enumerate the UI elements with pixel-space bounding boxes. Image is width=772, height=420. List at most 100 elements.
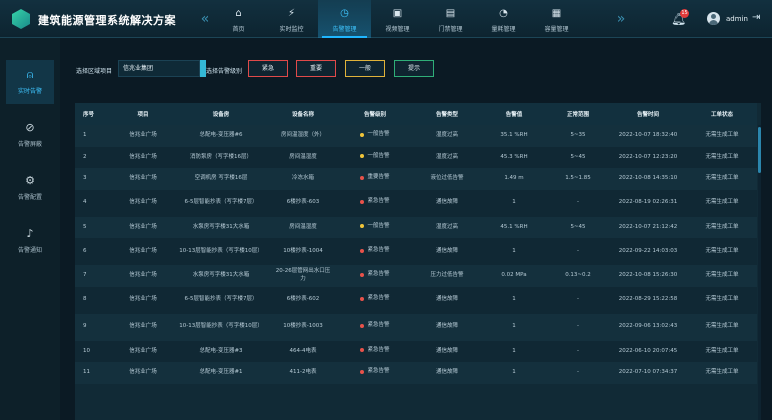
table-row[interactable]: 4 信兆业广场 6-5层智能抄表（写字楼7层） 6楼抄表-603 紧急告警 通信故障 1 - 2… bbox=[75, 189, 757, 217]
level-label: 紧急告警 bbox=[367, 198, 390, 205]
table-row[interactable]: 8 信兆业广场 6-5层智能抄表（写字楼7层） 6楼抄表-602 紧急告警 通信故障 1 - 2… bbox=[75, 286, 757, 314]
speaker-icon: ♪ bbox=[26, 227, 34, 240]
cell-status: 无需生成工单 bbox=[705, 153, 739, 160]
column-header: 工单状态 bbox=[710, 112, 733, 118]
level-dot-icon bbox=[360, 132, 365, 137]
sidebar-item-3[interactable]: ♪ 告警通知 bbox=[6, 219, 54, 263]
sidebar-item-1[interactable]: ⊘ 告警屏蔽 bbox=[6, 113, 54, 157]
level-indicator: 紧急告警 bbox=[360, 271, 390, 278]
cell-status: 无需生成工单 bbox=[705, 296, 739, 303]
area-filter-label: 选择区域项目 bbox=[76, 68, 113, 75]
cell-range: 5~35 bbox=[570, 132, 586, 139]
cell-status: 无需生成工单 bbox=[705, 247, 739, 254]
cell-level: 紧急告警 bbox=[337, 362, 413, 384]
cell-value: 1 bbox=[512, 247, 516, 254]
sidebar-item-label: 告警屏蔽 bbox=[17, 141, 42, 148]
cell-time: 2022-10-07 12:23:20 bbox=[618, 153, 678, 160]
nav-item-6[interactable]: ▦ 容量管理 bbox=[530, 0, 583, 38]
column-header: 告警类型 bbox=[435, 112, 458, 118]
cell-room: 总配电-变压器#3 bbox=[199, 347, 243, 354]
cell-room: 消防泵房（写字楼16层） bbox=[190, 153, 252, 160]
level-dot-icon bbox=[360, 369, 365, 374]
cell-status: 无需生成工单 bbox=[705, 199, 739, 206]
level-label: 一般告警 bbox=[367, 222, 390, 229]
level-button-1[interactable]: 重要 bbox=[296, 60, 336, 77]
level-label: 紧急告警 bbox=[367, 271, 390, 278]
table-header-row: 序号 项目 设备房 设备名称 告警级别 告警类型 告警值 正常范围 告警时间 工单状态 bbox=[75, 103, 757, 125]
cell-no: 4 bbox=[83, 199, 87, 206]
level-dot-icon bbox=[360, 154, 365, 159]
nav-item-1[interactable]: ⚡ 实时监控 bbox=[265, 0, 318, 38]
cell-type: 通信故障 bbox=[435, 347, 458, 354]
table-row[interactable]: 9 信兆业广场 10-13层智能抄表（写字楼10层） 10楼抄表-1003 紧急告警 通信… bbox=[75, 313, 757, 341]
cell-type: 通信故障 bbox=[435, 199, 458, 206]
nav-item-3[interactable]: ▣ 视频管理 bbox=[371, 0, 424, 38]
table-body: 1 信兆业广场 总配电-变压器#6 房间温湿度（外） 一般告警 湿度过高 35.1 %RH 5… bbox=[75, 125, 757, 384]
cell-level: 紧急告警 bbox=[337, 238, 413, 265]
level-dot-icon bbox=[360, 272, 365, 277]
cell-device: 房间温湿度 bbox=[289, 153, 317, 160]
level-button-2[interactable]: 一般 bbox=[345, 60, 385, 77]
nav-item-5[interactable]: ◔ 量耗管理 bbox=[477, 0, 530, 38]
cell-status: 无需生成工单 bbox=[705, 272, 739, 279]
alarm-bell-icon: ⍝ bbox=[26, 68, 34, 81]
cell-time: 2022-10-08 14:35:10 bbox=[618, 175, 678, 182]
nav-item-4[interactable]: ▤ 门禁管理 bbox=[424, 0, 477, 38]
column-header: 序号 bbox=[83, 112, 95, 118]
cell-range: - bbox=[577, 296, 579, 303]
cell-time: 2022-08-29 15:22:58 bbox=[618, 296, 678, 303]
cell-time: 2022-10-07 18:32:40 bbox=[618, 132, 678, 139]
cell-device: 房间温湿度 bbox=[289, 223, 317, 230]
level-button-0[interactable]: 紧急 bbox=[248, 60, 288, 77]
cell-no: 5 bbox=[83, 223, 87, 230]
cell-level: 一般告警 bbox=[337, 147, 413, 169]
table-row[interactable]: 6 信兆业广场 10-13层智能抄表（写字楼10层） 10楼抄表-1004 紧急告警 通信… bbox=[75, 238, 757, 265]
nav-item-label: 实时监控 bbox=[279, 26, 304, 33]
column-header: 告警级别 bbox=[363, 112, 386, 118]
level-label: 紧急告警 bbox=[367, 346, 390, 353]
table-row[interactable]: 5 信兆业广场 水泵房写字楼31大水箱 房间温湿度 一般告警 湿度过高 45.1 %RH 5~… bbox=[75, 216, 757, 238]
level-label: 一般告警 bbox=[367, 152, 390, 159]
avatar[interactable] bbox=[707, 12, 720, 25]
cell-time: 2022-10-07 21:12:42 bbox=[618, 223, 678, 230]
area-select[interactable]: 信兆业集团 bbox=[118, 60, 200, 77]
cell-project: 信兆业广场 bbox=[129, 199, 157, 206]
notification-badge: 15 bbox=[680, 9, 689, 18]
pulse-icon: ⚡ bbox=[287, 8, 296, 19]
cell-device: 房间温湿度（外） bbox=[280, 132, 325, 139]
cell-type: 通信故障 bbox=[435, 296, 458, 303]
nav-item-label: 量耗管理 bbox=[491, 26, 516, 33]
cell-value: 1.49 m bbox=[504, 175, 524, 182]
cell-device: 冷冻水箱 bbox=[291, 175, 314, 182]
cell-project: 信兆业广场 bbox=[129, 153, 157, 160]
cell-value: 1 bbox=[512, 199, 516, 206]
double-chevron-right-icon[interactable]: » bbox=[614, 10, 628, 28]
table-row[interactable]: 1 信兆业广场 总配电-变压器#6 房间温湿度（外） 一般告警 湿度过高 35.1 %RH 5… bbox=[75, 125, 757, 147]
scrollbar-thumb[interactable] bbox=[758, 127, 761, 173]
table-row[interactable]: 7 信兆业广场 水泵房写字楼31大水箱 20-26层管网出水口压力 紧急告警 压力过低告警… bbox=[75, 265, 757, 287]
cell-no: 1 bbox=[83, 132, 87, 139]
cell-room: 10-13层智能抄表（写字楼10层） bbox=[179, 247, 263, 254]
cell-device: 6楼抄表-602 bbox=[286, 296, 320, 303]
user-name[interactable]: admin bbox=[726, 15, 748, 23]
sidebar-item-0[interactable]: ⍝ 实时告警 bbox=[6, 60, 54, 104]
nav-item-0[interactable]: ⌂ 首页 bbox=[212, 0, 265, 38]
level-button-3[interactable]: 提示 bbox=[394, 60, 434, 77]
level-dot-icon bbox=[360, 297, 365, 302]
table-row[interactable]: 3 信兆业广场 空调机房 写字楼16层 冷冻水箱 重要告警 液位过低告警 1.49 m 1.5… bbox=[75, 168, 757, 190]
level-indicator: 一般告警 bbox=[360, 152, 390, 160]
nav-item-2[interactable]: ◷ 告警管理 bbox=[318, 0, 371, 38]
table-row[interactable]: 11 信兆业广场 总配电-变压器#1 411-2电表 紧急告警 通信故障 1 - 2022-07… bbox=[75, 362, 757, 384]
table-row[interactable]: 10 信兆业广场 总配电-变压器#3 464-4电表 紧急告警 通信故障 1 - 2022-06… bbox=[75, 340, 757, 362]
nav-item-label: 告警管理 bbox=[332, 26, 357, 33]
table-row[interactable]: 2 信兆业广场 消防泵房（写字楼16层） 房间温湿度 一般告警 湿度过高 45.3 %RH 5… bbox=[75, 146, 757, 169]
sidebar-item-2[interactable]: ⚙ 告警配置 bbox=[6, 166, 54, 210]
logout-icon[interactable]: ⇥ bbox=[752, 12, 760, 23]
level-indicator: 紧急告警 bbox=[360, 368, 390, 375]
cell-device: 10楼抄表-1003 bbox=[283, 323, 323, 330]
level-dot-icon bbox=[360, 348, 365, 353]
level-dot-icon bbox=[360, 324, 365, 329]
level-label: 紧急告警 bbox=[367, 246, 390, 253]
shield-mute-icon: ⊘ bbox=[25, 121, 35, 134]
double-chevron-left-icon[interactable]: « bbox=[198, 10, 212, 28]
